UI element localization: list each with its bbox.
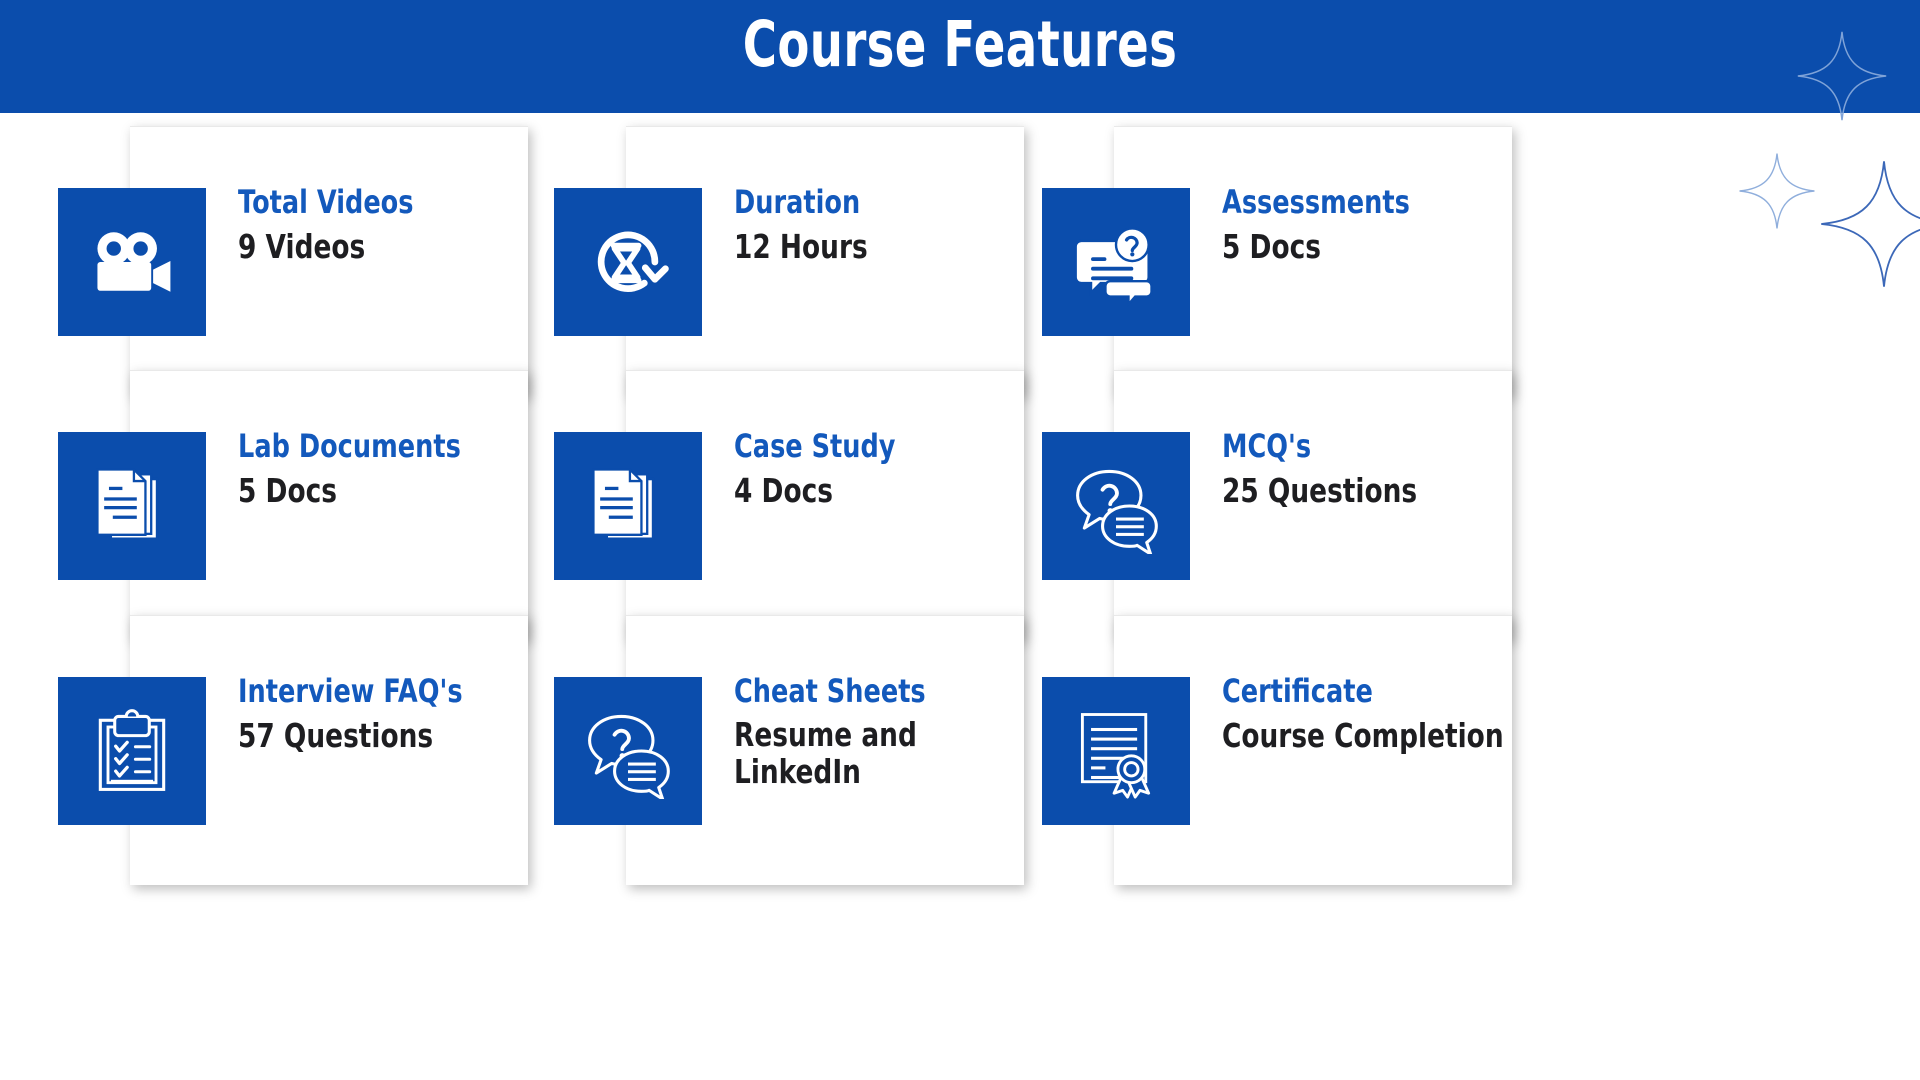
card-value-line: LinkedIn (734, 751, 861, 791)
card-value-line: Resume and (734, 714, 917, 754)
speech-bubbles-question-icon (554, 677, 702, 825)
feature-card-cheat-sheets[interactable]: Cheat Sheets Resume and LinkedIn (554, 615, 1024, 885)
hourglass-refresh-icon (554, 188, 702, 336)
card-text: Duration 12 Hours (734, 183, 1019, 266)
card-text: Total Videos 9 Videos (238, 183, 523, 266)
card-value: 25 Questions (1222, 470, 1418, 510)
document-stack-icon (58, 432, 206, 580)
card-value: 57 Questions (238, 715, 434, 755)
card-text: MCQ's 25 Questions (1222, 427, 1507, 510)
feature-card-total-videos[interactable]: Total Videos 9 Videos (58, 126, 528, 396)
card-title: Total Videos (238, 183, 414, 221)
slide-canvas: Course Features Total Videos 9 Videos Du… (0, 0, 1920, 1080)
card-text: Case Study 4 Docs (734, 427, 1019, 510)
feature-card-duration[interactable]: Duration 12 Hours (554, 126, 1024, 396)
card-title: Assessments (1222, 183, 1410, 221)
document-stack-icon (554, 432, 702, 580)
card-value: 12 Hours (734, 226, 868, 266)
card-title: Duration (734, 183, 861, 221)
header-banner: Course Features (0, 0, 1920, 113)
feature-card-mcqs[interactable]: MCQ's 25 Questions (1042, 370, 1512, 640)
cards-grid: Total Videos 9 Videos Duration 12 Hours (0, 113, 1920, 1080)
card-title: MCQ's (1222, 427, 1312, 465)
card-title: Interview FAQ's (238, 672, 463, 710)
clipboard-checklist-icon (58, 677, 206, 825)
feature-card-interview-faqs[interactable]: Interview FAQ's 57 Questions (58, 615, 528, 885)
feature-card-case-study[interactable]: Case Study 4 Docs (554, 370, 1024, 640)
certificate-ribbon-icon (1042, 677, 1190, 825)
card-title: Lab Documents (238, 427, 461, 465)
card-value: Course Completion (1222, 715, 1504, 755)
card-value: 5 Docs (238, 470, 337, 510)
card-text: Interview FAQ's 57 Questions (238, 672, 523, 755)
card-text: Lab Documents 5 Docs (238, 427, 523, 510)
card-title: Case Study (734, 427, 896, 465)
feature-card-lab-documents[interactable]: Lab Documents 5 Docs (58, 370, 528, 640)
page-title: Course Features (742, 8, 1178, 81)
speech-bubbles-question-icon (1042, 432, 1190, 580)
card-title: Cheat Sheets (734, 672, 926, 710)
card-value: 4 Docs (734, 470, 833, 510)
card-text: Certificate Course Completion (1222, 672, 1507, 755)
card-value: Resume and LinkedIn (734, 714, 1018, 791)
card-text: Cheat Sheets Resume and LinkedIn (734, 672, 1019, 791)
card-title: Certificate (1222, 672, 1373, 710)
card-value: 5 Docs (1222, 226, 1321, 266)
feature-card-certificate[interactable]: Certificate Course Completion (1042, 615, 1512, 885)
video-camera-icon (58, 188, 206, 336)
card-text: Assessments 5 Docs (1222, 183, 1507, 266)
feature-card-assessments[interactable]: Assessments 5 Docs (1042, 126, 1512, 396)
card-value: 9 Videos (238, 226, 366, 266)
chat-question-card-icon (1042, 188, 1190, 336)
